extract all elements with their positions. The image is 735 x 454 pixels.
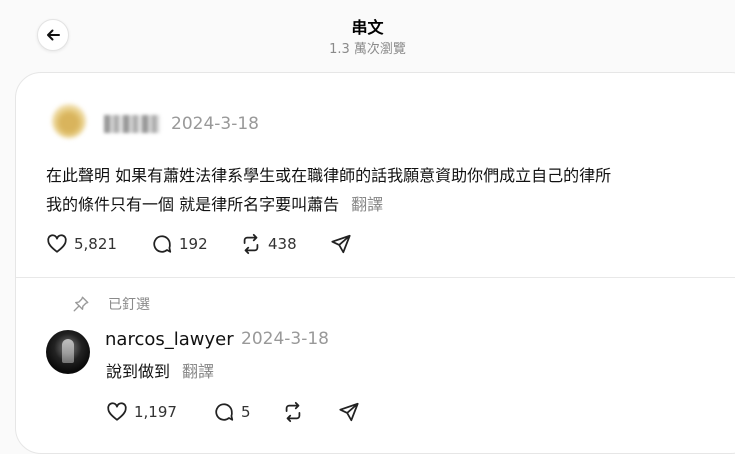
reply-text-content: 說到做到	[106, 362, 171, 381]
reply-like-button[interactable]: 1,197	[106, 401, 177, 423]
author-name-blurred[interactable]	[104, 115, 160, 133]
reply-author-avatar[interactable]	[46, 330, 90, 374]
heart-icon	[106, 401, 128, 423]
share-button[interactable]	[330, 233, 352, 255]
post-date[interactable]: 2024-3-18	[171, 114, 259, 134]
page-title: 串文	[351, 18, 384, 37]
reply-translate-link[interactable]: 翻譯	[182, 362, 214, 381]
post-text-line-2: 我的條件只有一個 就是律所名字要叫蕭告 翻譯	[46, 191, 383, 215]
reply-comment-count: 5	[241, 403, 251, 421]
author-avatar[interactable]	[52, 104, 86, 138]
top-bar: 串文 1.3 萬次瀏覽	[0, 0, 735, 72]
pinned-indicator: 已釘選	[70, 293, 150, 315]
like-button[interactable]: 5,821	[46, 233, 117, 255]
like-count: 5,821	[74, 235, 117, 253]
repost-icon	[240, 233, 262, 255]
repost-button[interactable]: 438	[240, 233, 297, 255]
comment-icon	[213, 401, 235, 423]
pinned-label: 已釘選	[108, 297, 150, 313]
reply-repost-button[interactable]	[282, 401, 304, 423]
reply-like-count: 1,197	[134, 403, 177, 421]
comment-count: 192	[179, 235, 208, 253]
post-text-line-1: 在此聲明 如果有蕭姓法律系學生或在職律師的話我願意資助你們成立自己的律所	[46, 166, 612, 185]
reply-date[interactable]: 2024-3-18	[241, 329, 329, 349]
post-text-line-2-content: 我的條件只有一個 就是律所名字要叫蕭告	[46, 195, 340, 214]
send-icon	[338, 401, 360, 423]
repost-icon	[282, 401, 304, 423]
translate-link[interactable]: 翻譯	[351, 195, 383, 214]
divider	[16, 277, 735, 278]
reply-comment-button[interactable]: 5	[213, 401, 251, 423]
comment-icon	[151, 233, 173, 255]
comment-button[interactable]: 192	[151, 233, 208, 255]
send-icon	[330, 233, 352, 255]
reply-text: 說到做到 翻譯	[106, 358, 214, 382]
view-count: 1.3 萬次瀏覽	[329, 42, 406, 57]
reply-username[interactable]: narcos_lawyer	[105, 329, 234, 350]
heart-icon	[46, 233, 68, 255]
repost-count: 438	[268, 235, 297, 253]
pin-icon	[70, 293, 92, 315]
reply-share-button[interactable]	[338, 401, 360, 423]
